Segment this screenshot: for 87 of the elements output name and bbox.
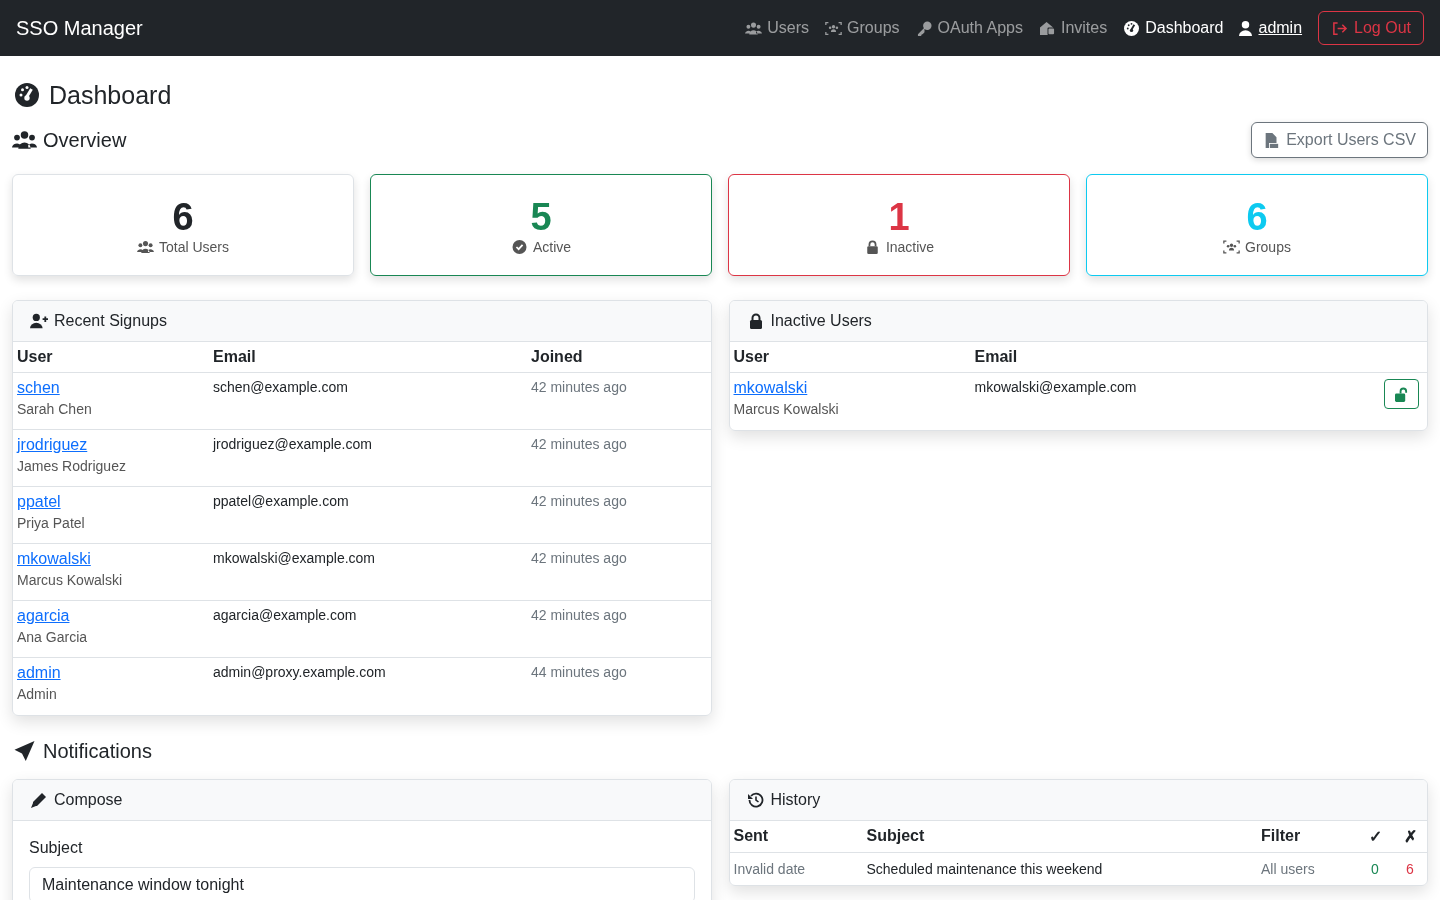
success-count: 0: [1371, 860, 1379, 877]
stat-label: Groups: [1245, 239, 1291, 255]
check-circle-icon: [510, 240, 528, 254]
full-name: Ana Garcia: [17, 629, 89, 645]
email-cell: mkowalski@example.com: [974, 379, 1137, 395]
field-label: Subject: [29, 838, 84, 857]
user-link[interactable]: admin: [1258, 19, 1303, 37]
key-icon: [915, 20, 933, 36]
email-cell: schen@example.com: [213, 379, 348, 395]
stat-value: 6: [1246, 195, 1268, 239]
user-plus-icon: [30, 313, 48, 329]
full-name: Priya Patel: [17, 515, 86, 531]
email-cell: ppatel@example.com: [213, 493, 349, 509]
column-header: ✗: [1403, 827, 1417, 845]
full-name: Marcus Kowalski: [733, 401, 840, 417]
column-header: Joined: [531, 348, 583, 365]
panel-title: History: [770, 790, 821, 809]
subject-field[interactable]: Maintenance window tonight: [29, 866, 695, 900]
group-icon: [1223, 240, 1241, 254]
dashboard-icon: [15, 83, 39, 107]
stat-label: Active: [532, 239, 572, 255]
failure-count: 6: [1406, 860, 1414, 877]
username-link[interactable]: schen: [17, 379, 60, 396]
unlock-icon: [1395, 386, 1408, 402]
logout-button[interactable]: Log Out: [1318, 11, 1424, 45]
username-link[interactable]: agarcia: [17, 607, 70, 624]
nav-link[interactable]: Groups: [825, 19, 900, 37]
full-name: James Rodriguez: [17, 458, 127, 474]
panel-title: Recent Signups: [54, 312, 167, 330]
sent-date: Invalid date: [733, 860, 806, 877]
history-icon: [746, 791, 765, 808]
email-cell: mkowalski@example.com: [213, 550, 376, 566]
column-header: Email: [213, 348, 256, 365]
username-link[interactable]: mkowalski: [733, 379, 808, 396]
full-name: Sarah Chen: [17, 401, 93, 417]
email-cell: agarcia@example.com: [213, 607, 357, 623]
joined-time: 42 minutes ago: [531, 493, 627, 509]
column-header: User: [17, 348, 53, 365]
full-name: Marcus Kowalski: [17, 572, 124, 588]
stat-value: 5: [530, 195, 552, 239]
column-header: Filter: [1261, 827, 1301, 844]
group-icon: [825, 20, 843, 36]
joined-time: 42 minutes ago: [531, 550, 627, 566]
nav-link[interactable]: Users: [745, 19, 810, 37]
nav-link[interactable]: OAuth Apps: [915, 19, 1023, 37]
username-link[interactable]: ppatel: [17, 493, 61, 510]
stat-label: Inactive: [885, 239, 935, 255]
stat-value: 1: [888, 195, 910, 239]
logout-icon: [1331, 20, 1349, 36]
email-cell: admin@proxy.example.com: [213, 664, 386, 680]
username-link[interactable]: admin: [17, 664, 61, 681]
unlock-button[interactable]: [1384, 379, 1419, 409]
column-header: ✓: [1368, 827, 1382, 845]
panel-title: Inactive Users: [770, 312, 872, 330]
page-title: Dashboard: [49, 80, 172, 110]
section-title: Overview: [43, 128, 127, 152]
joined-time: 42 minutes ago: [531, 436, 627, 452]
subject-cell: Scheduled maintenance this weekend: [866, 860, 1103, 877]
column-header: Subject: [866, 827, 925, 844]
users-icon: [745, 20, 763, 36]
username-link[interactable]: jrodriguez: [17, 436, 88, 453]
send-icon: [12, 741, 37, 761]
house-icon: [1038, 20, 1056, 36]
username-link[interactable]: mkowalski: [17, 550, 91, 567]
column-header: User: [733, 348, 770, 365]
export-button[interactable]: Export Users CSV: [1251, 122, 1428, 158]
full-name: Admin: [17, 686, 58, 702]
stat-label: Total Users: [159, 239, 229, 255]
users-icon: [137, 240, 154, 254]
email-cell: jrodriguez@example.com: [213, 436, 372, 452]
joined-time: 42 minutes ago: [531, 379, 627, 395]
brand-title[interactable]: SSO Manager: [16, 16, 143, 40]
column-header: Email: [974, 348, 1018, 365]
joined-time: 42 minutes ago: [531, 607, 627, 623]
panel-title: Compose: [54, 790, 123, 809]
user-icon: [1239, 20, 1253, 36]
filter-cell: All users: [1261, 860, 1315, 877]
pencil-icon: [30, 791, 48, 808]
nav-link[interactable]: Invites: [1038, 19, 1108, 37]
file-icon: [1263, 132, 1281, 148]
dashboard-icon: [1123, 20, 1141, 36]
column-header: Sent: [733, 827, 769, 844]
nav-link[interactable]: Dashboard: [1123, 19, 1224, 37]
joined-time: 44 minutes ago: [531, 664, 627, 680]
users-icon: [12, 130, 37, 150]
section-title: Notifications: [43, 739, 152, 763]
stat-value: 6: [172, 195, 194, 239]
